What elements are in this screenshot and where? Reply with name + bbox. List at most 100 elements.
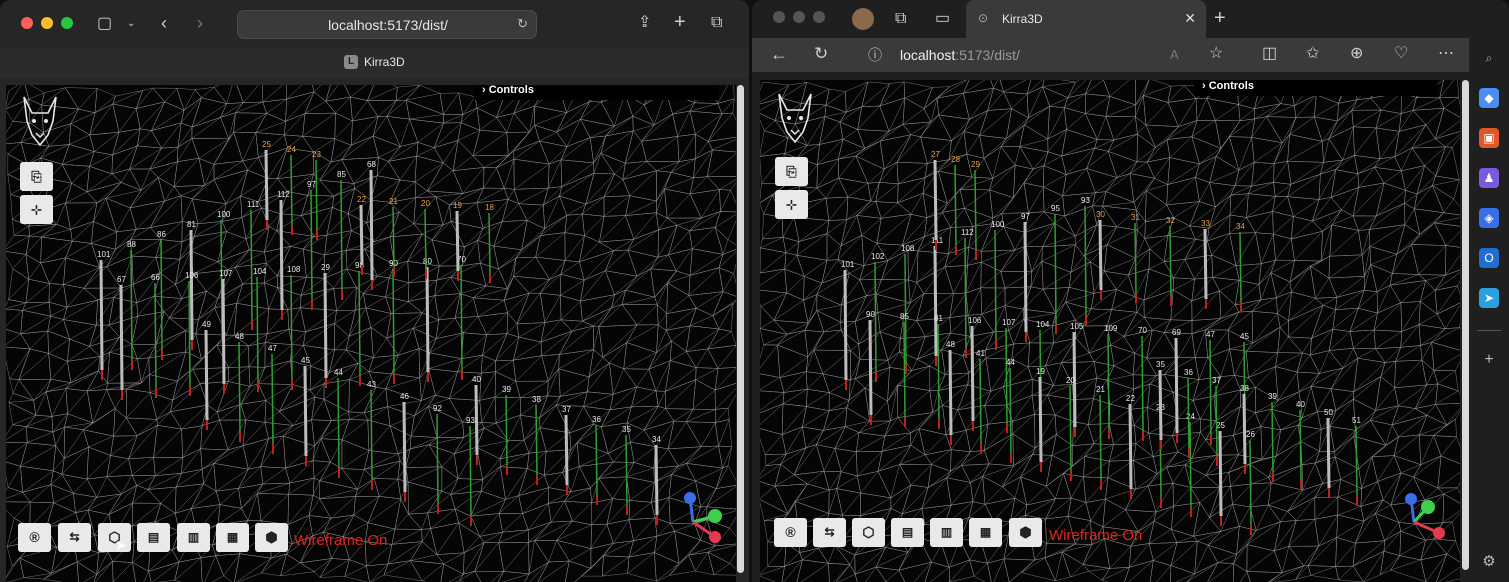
blast-hole[interactable]: 90 [866, 310, 875, 425]
blast-hole[interactable]: 104 [1036, 320, 1050, 435]
blast-hole[interactable]: 41 [976, 349, 985, 454]
zoom-window-button[interactable] [813, 11, 825, 23]
swap-view-button[interactable]: ⇆ [813, 518, 846, 547]
blast-hole[interactable]: 47 [1206, 330, 1215, 445]
blast-hole[interactable]: 100 [991, 220, 1005, 350]
blast-hole[interactable]: 20 [421, 199, 430, 279]
site-info-icon[interactable]: ⓘ [868, 47, 882, 63]
zoom-window-button[interactable] [61, 17, 73, 29]
blast-hole[interactable]: 33 [1201, 219, 1210, 309]
blast-hole[interactable]: 69 [1172, 328, 1181, 443]
blast-hole[interactable]: 85 [900, 312, 909, 427]
sheet-grid-button[interactable]: ▤ [891, 518, 924, 547]
cube-button[interactable]: ⬢ [1009, 518, 1042, 547]
new-tab-icon[interactable]: + [1214, 8, 1226, 28]
browser-essentials-icon[interactable]: ♡ [1394, 46, 1408, 62]
blast-hole[interactable]: 34 [1236, 222, 1245, 312]
blast-hole[interactable]: 70 [1138, 326, 1147, 441]
registered-button[interactable]: ® [774, 518, 807, 547]
import-file-button[interactable]: ⎘ [20, 162, 53, 191]
copilot-sidebar-icon[interactable]: ◈ [1479, 208, 1499, 228]
minimize-window-button[interactable] [793, 11, 805, 23]
address-bar[interactable]: localhost:5173/dist/ [900, 47, 1020, 63]
tab-actions-icon[interactable]: ▭ [935, 11, 950, 27]
minimize-window-button[interactable] [41, 17, 53, 29]
blast-hole[interactable]: 32 [1166, 216, 1175, 306]
three-viewport[interactable]: 101 102 108 111 112 100 97 95 93 90 85 81 106 107 104 1… [760, 80, 1460, 582]
controls-panel-toggle[interactable]: › Controls [474, 85, 719, 100]
back-icon[interactable]: ‹ [161, 14, 167, 32]
close-window-button[interactable] [21, 17, 33, 29]
read-aloud-icon[interactable]: A [1170, 47, 1179, 63]
sheet-chart-button[interactable]: ▦ [969, 518, 1002, 547]
blast-hole[interactable]: 45 [301, 356, 310, 466]
blast-hole[interactable]: 90 [389, 259, 398, 384]
blast-hole[interactable]: 21 [1096, 385, 1105, 490]
blast-hole[interactable]: 24 [1186, 412, 1195, 517]
controls-panel-toggle[interactable]: › Controls [1194, 80, 1437, 96]
reload-icon[interactable]: ↻ [517, 16, 528, 32]
blast-hole[interactable]: 28 [951, 155, 960, 255]
swap-view-button[interactable]: ⇆ [58, 523, 91, 552]
favorite-star-icon[interactable]: ☆ [1209, 46, 1223, 62]
blast-hole[interactable]: 48 [235, 332, 244, 442]
sheet-layout-button[interactable]: ▥ [177, 523, 210, 552]
axes-gizmo[interactable] [684, 492, 722, 543]
cube-mesh-button[interactable]: ⬡ [852, 518, 885, 547]
profile-avatar[interactable] [852, 8, 874, 30]
search-icon[interactable]: ⌕ [1479, 48, 1499, 68]
sheet-chart-button[interactable]: ▦ [216, 523, 249, 552]
blast-hole[interactable]: 39 [502, 385, 511, 475]
three-viewport[interactable]: 101 88 86 81 100 111 112 97 85 68 67 66 106 107 104 108… [6, 85, 736, 582]
split-screen-icon[interactable]: ◫ [1262, 46, 1277, 62]
blast-hole[interactable]: 97 [307, 180, 316, 310]
chevron-down-icon[interactable]: ⌄ [127, 16, 135, 32]
registered-button[interactable]: ® [18, 523, 51, 552]
favorites-icon[interactable]: ✩ [1306, 46, 1319, 62]
blast-hole[interactable]: 38 [1240, 384, 1249, 474]
sheet-grid-button[interactable]: ▤ [137, 523, 170, 552]
blast-hole[interactable]: 51 [1352, 416, 1361, 506]
blast-hole[interactable]: 85 [337, 170, 346, 300]
blast-hole[interactable]: 18 [485, 203, 494, 283]
blast-hole[interactable]: 92 [433, 404, 442, 514]
back-icon[interactable]: ← [770, 45, 788, 63]
blast-hole[interactable]: 107 [1002, 318, 1016, 433]
orbit-center-button[interactable]: ⊹ [20, 195, 53, 224]
page-scrollbar[interactable] [737, 85, 744, 573]
games-icon[interactable]: ♟ [1479, 168, 1499, 188]
tab-kirra3d[interactable]: L Kirra3D [344, 55, 405, 69]
blast-hole[interactable]: 49 [202, 320, 211, 430]
more-options-icon[interactable]: ⋯ [1438, 46, 1454, 62]
share-icon[interactable]: ⇪ [638, 15, 651, 31]
blast-hole[interactable]: 48 [946, 340, 955, 445]
new-tab-icon[interactable]: + [674, 12, 686, 32]
blast-hole[interactable]: 26 [1246, 430, 1255, 535]
forward-icon[interactable]: › [197, 14, 203, 32]
send-icon[interactable]: ➤ [1479, 288, 1499, 308]
sidebar-icon[interactable]: ▢ [97, 16, 112, 32]
cube-button[interactable]: ⬢ [255, 523, 288, 552]
import-file-button[interactable]: ⎘ [775, 157, 808, 186]
close-tab-icon[interactable]: ✕ [1184, 10, 1196, 27]
reload-icon[interactable]: ↻ [814, 45, 828, 62]
orbit-center-button[interactable]: ⊹ [775, 190, 808, 219]
address-bar[interactable]: localhost:5173/dist/ ↻ [237, 10, 537, 39]
close-window-button[interactable] [773, 11, 785, 23]
blast-hole[interactable]: 66 [151, 273, 160, 398]
sheet-layout-button[interactable]: ▥ [930, 518, 963, 547]
settings-gear-icon[interactable]: ⚙ [1479, 552, 1499, 572]
shopping-tag-icon[interactable]: ◆ [1479, 88, 1499, 108]
blast-hole[interactable]: 38 [532, 395, 541, 485]
blast-hole[interactable]: 29 [971, 160, 980, 260]
workspaces-icon[interactable]: ⧉ [895, 11, 906, 27]
blast-hole[interactable]: 88 [127, 240, 136, 370]
blast-hole[interactable]: 29 [321, 263, 330, 388]
tab-kirra3d[interactable]: ⊙ Kirra3D ✕ [966, 0, 1206, 38]
tab-overview-icon[interactable]: ⧉ [711, 15, 722, 31]
blast-hole[interactable]: 80 [423, 257, 432, 382]
add-app-icon[interactable]: + [1479, 350, 1499, 370]
blast-hole[interactable]: 111 [931, 236, 944, 366]
blast-hole[interactable]: 22 [1126, 394, 1135, 499]
outlook-icon[interactable]: O [1479, 248, 1499, 268]
